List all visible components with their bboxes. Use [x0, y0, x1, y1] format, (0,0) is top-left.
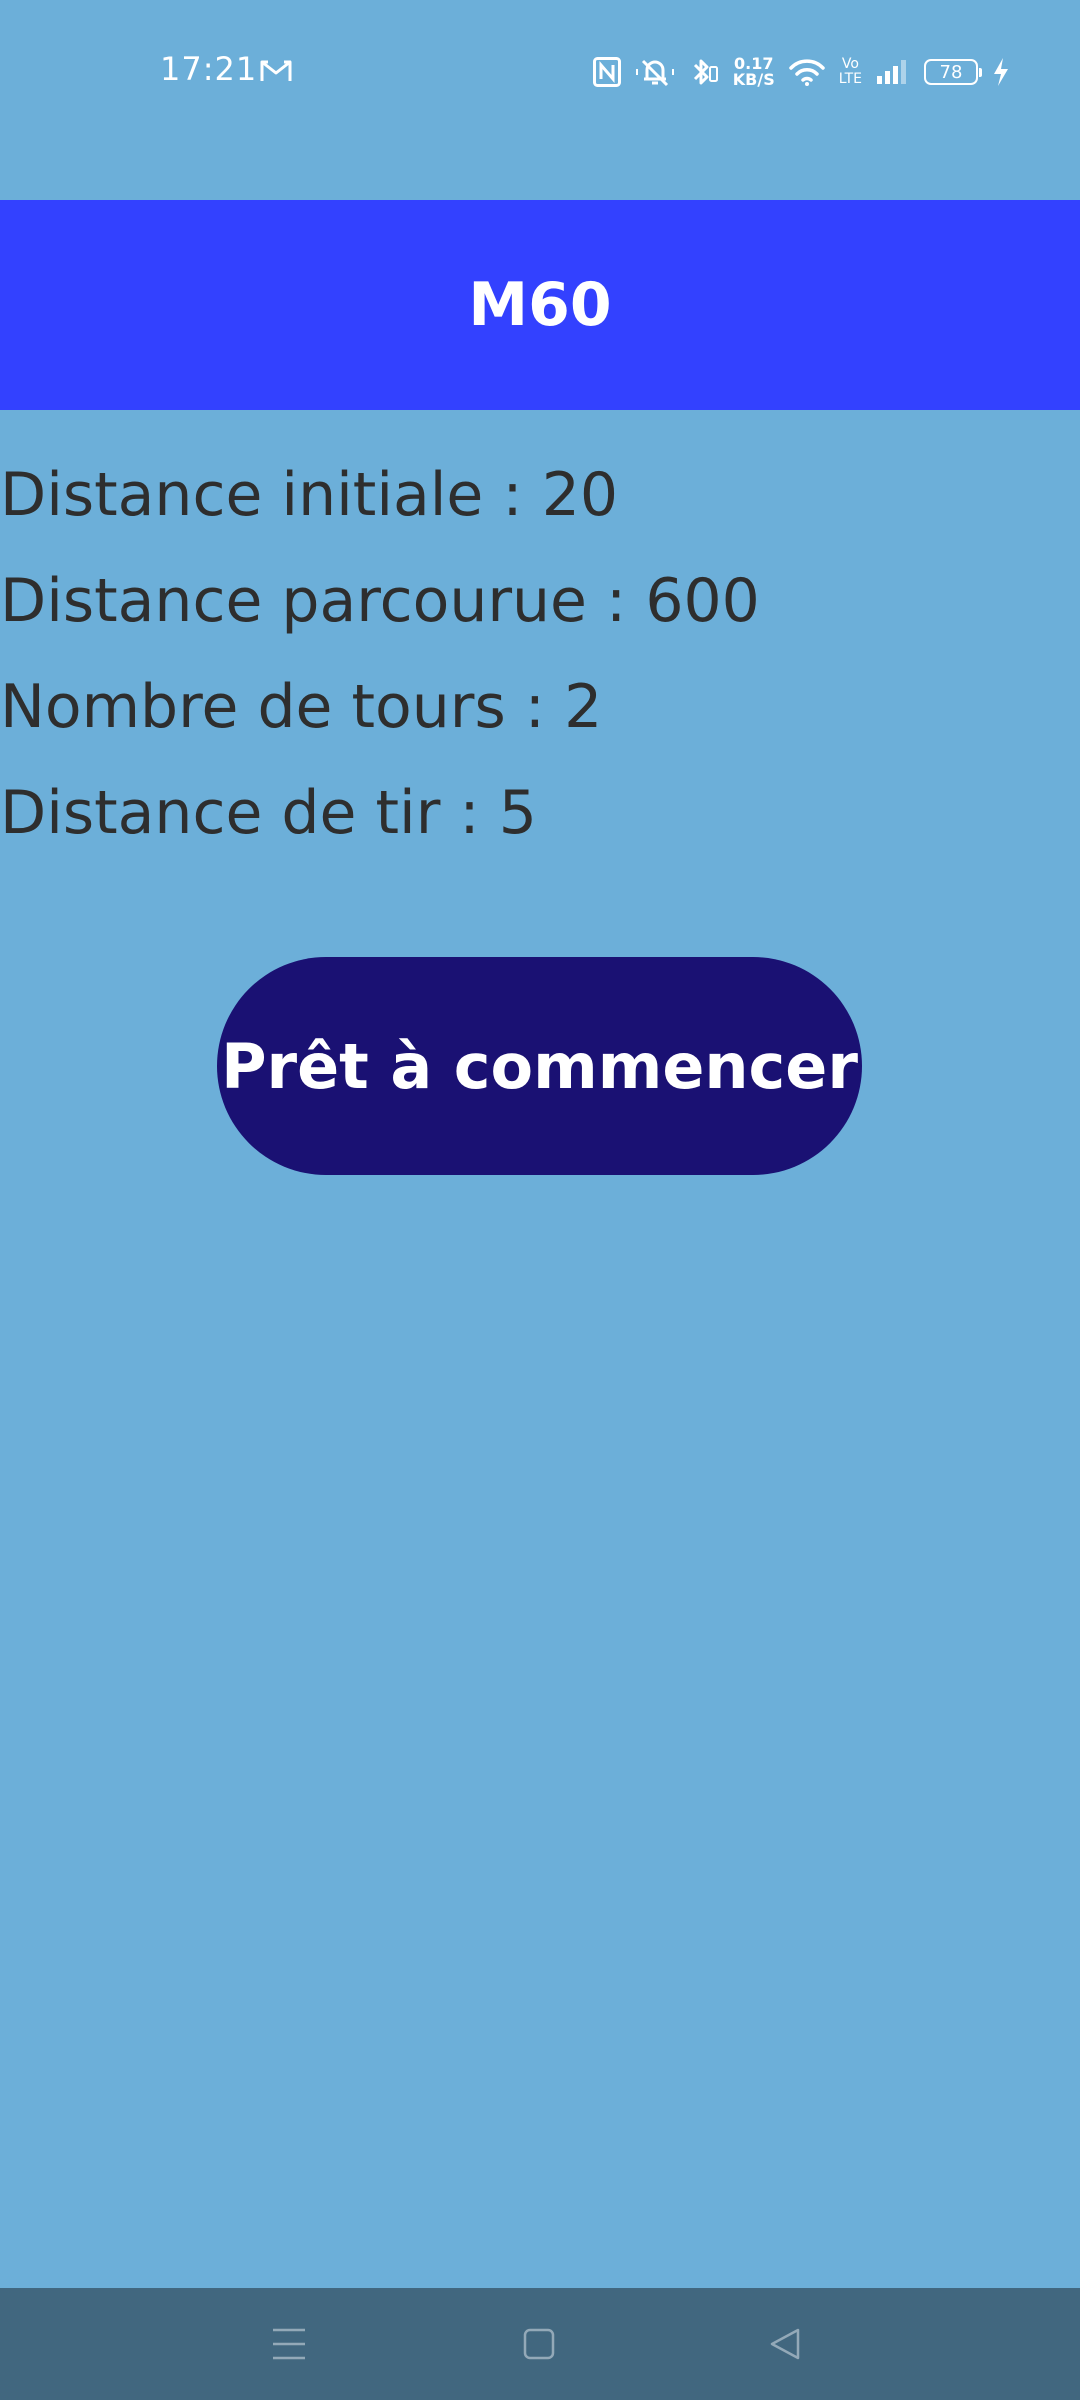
gmail-icon: [260, 60, 292, 81]
wifi-icon: [788, 59, 825, 86]
mute-icon: [635, 59, 674, 87]
app-bar: M60: [0, 200, 1080, 410]
status-time: 17:21: [160, 50, 258, 88]
navigation-bar: [0, 2288, 1080, 2400]
battery-level: 78: [939, 61, 963, 83]
start-button-label: Prêt à commencer: [221, 1029, 858, 1103]
signal-icon: [877, 60, 906, 84]
app-title: M60: [468, 270, 612, 340]
home-button[interactable]: [509, 2316, 569, 2372]
charging-icon: [994, 58, 1008, 86]
laps-count-text: Nombre de tours : 2: [0, 672, 603, 742]
back-icon: [770, 2328, 800, 2360]
volte-indicator: Vo LTE: [839, 57, 862, 87]
nfc-icon: [592, 57, 621, 87]
menu-button[interactable]: [259, 2316, 319, 2372]
shooting-distance-text: Distance de tir : 5: [0, 778, 537, 848]
volte-bottom: LTE: [838, 71, 862, 87]
battery-icon: 78: [924, 59, 982, 85]
distance-covered-text: Distance parcourue : 600: [0, 566, 760, 636]
network-speed: 0.17 KB/S: [733, 56, 775, 88]
network-speed-unit: KB/S: [732, 70, 775, 89]
start-button[interactable]: Prêt à commencer: [217, 957, 862, 1175]
menu-icon: [273, 2328, 305, 2360]
status-icons: 0.17 KB/S Vo LTE 78: [592, 52, 1010, 92]
bluetooth-icon: [693, 59, 718, 85]
initial-distance-text: Distance initiale : 20: [0, 460, 619, 530]
status-bar: 17:21 0.17 KB/S Vo LTE 78: [0, 0, 1080, 140]
back-button[interactable]: [755, 2316, 815, 2372]
volte-top: Vo: [841, 56, 859, 72]
home-icon: [523, 2328, 555, 2360]
